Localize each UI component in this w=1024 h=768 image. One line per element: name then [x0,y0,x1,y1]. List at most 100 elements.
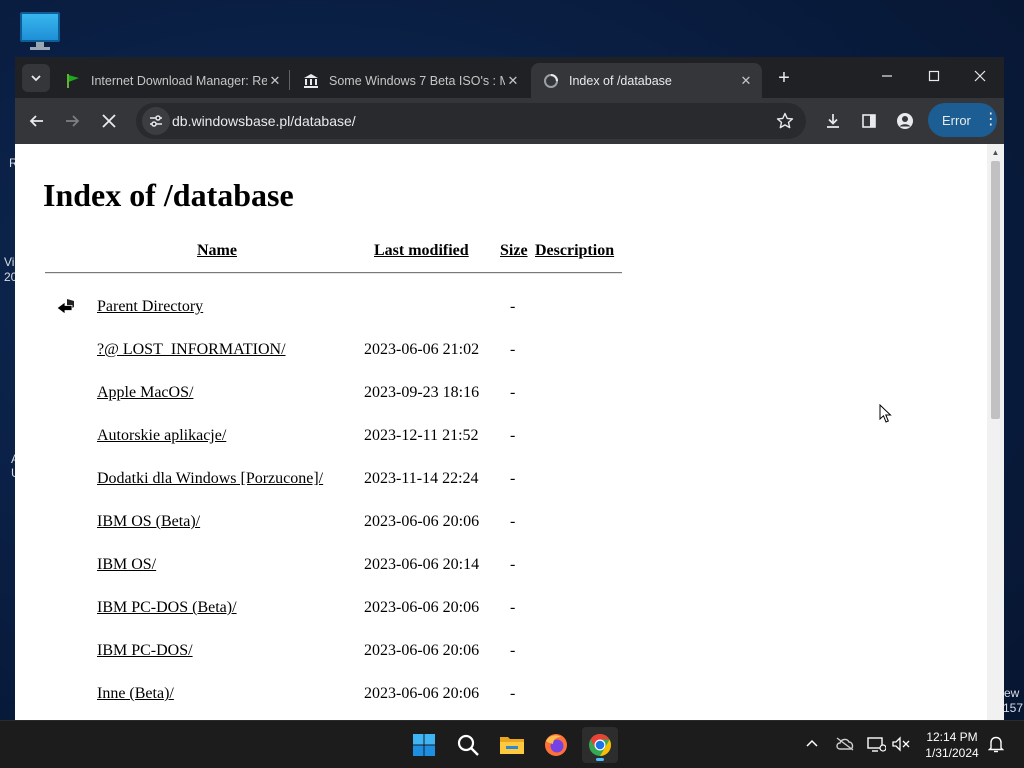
table-row: Autorskie aplikacje/ 2023-12-11 21:52 - [15,425,635,449]
vertical-scrollbar[interactable]: ▲ [987,144,1004,720]
tab-search-button[interactable] [22,64,50,92]
table-row: IBM OS (Beta)/ 2023-06-06 20:06 - [15,511,635,535]
tab-idm[interactable]: Internet Download Manager: Re ✕ [53,63,291,98]
tab-index-database[interactable]: Index of /database ✕ [531,63,762,98]
windows-start-icon [413,734,435,756]
entry-size: - [510,642,516,659]
bookmark-star-button[interactable] [772,108,798,134]
entry-modified: 2023-09-23 18:16 [364,384,480,401]
page-viewport: Index of /database Name Last modified Si… [15,144,1004,720]
entry-modified: 2023-06-06 20:06 [364,685,480,702]
column-header-last-modified[interactable]: Last modified [374,242,469,260]
entry-link[interactable]: Apple MacOS/ [97,384,193,402]
new-tab-button[interactable]: + [773,67,795,89]
entry-size: - [510,341,516,358]
loading-icon [543,73,559,89]
more-vert-icon: ⋮ [982,111,999,128]
entry-link[interactable]: IBM OS/ [97,556,156,574]
back-button[interactable] [22,106,52,136]
file-explorer-icon [500,737,524,754]
close-icon [102,114,116,128]
address-bar[interactable]: db.windowsbase.pl/database/ [136,103,806,139]
notifications-button[interactable] [985,733,1007,755]
column-header-name[interactable]: Name [197,242,237,260]
table-row: Parent Directory - [15,296,635,320]
show-hidden-icons-button[interactable] [801,733,823,755]
profile-button[interactable] [890,106,920,136]
side-panel-button[interactable] [854,106,884,136]
download-icon [827,114,839,128]
profile-icon [897,113,913,129]
table-row: ?@ LOST_INFORMATION/ 2023-06-06 21:02 - [15,339,635,363]
taskbar-search-button[interactable] [450,727,486,763]
close-icon[interactable]: ✕ [267,73,283,89]
entry-modified: 2023-06-06 20:06 [364,599,480,616]
entry-size: - [510,685,516,702]
browser-toolbar: db.windowsbase.pl/database/ Error ⋮ [15,98,1004,144]
network-tray-button[interactable] [865,733,887,755]
tab-win7-beta[interactable]: Some Windows 7 Beta ISO's : M ✕ [291,63,529,98]
tab-strip: Internet Download Manager: Re ✕ Some Win… [15,57,1004,98]
tab-title: Index of /database [569,73,672,88]
column-header-description[interactable]: Description [535,242,614,260]
table-row: IBM OS/ 2023-06-06 20:14 - [15,554,635,578]
entry-link[interactable]: Dodatki dla Windows [Porzucone]/ [97,470,323,488]
close-icon[interactable]: ✕ [505,73,521,89]
close-window-button[interactable] [960,61,1000,91]
bank-icon [303,73,319,89]
table-row: Dodatki dla Windows [Porzucone]/ 2023-11… [15,468,635,492]
arrow-left-icon [29,115,43,127]
network-icon [867,737,886,752]
site-info-button[interactable] [142,107,170,135]
cloud-off-icon [836,737,854,751]
entry-link[interactable]: IBM PC-DOS/ [97,642,193,660]
entry-link[interactable]: Autorskie aplikacje/ [97,427,226,445]
entry-size: - [510,513,516,530]
entry-link[interactable]: Inne (Beta)/ [97,685,174,703]
mouse-cursor-icon [879,404,892,423]
file-explorer-button[interactable] [494,727,530,763]
back-arrow-icon [56,299,74,315]
page-title: Index of /database [43,177,294,213]
maximize-button[interactable] [914,61,954,91]
scrollbar-thumb[interactable] [991,161,1000,419]
entry-link[interactable]: Parent Directory [97,298,203,316]
onedrive-tray-button[interactable] [834,733,856,755]
desktop-monitor-icon[interactable] [18,10,62,50]
header-divider [45,272,622,274]
volume-tray-button[interactable] [890,733,912,755]
stop-loading-button[interactable] [94,106,124,136]
entry-link[interactable]: IBM PC-DOS (Beta)/ [97,599,237,617]
close-icon [974,70,986,82]
minimize-icon [882,75,892,77]
forward-button[interactable] [57,106,87,136]
tab-title: Internet Download Manager: Re [91,73,267,88]
entry-link[interactable]: IBM OS (Beta)/ [97,513,200,531]
speaker-muted-icon [892,736,910,752]
taskbar: 12:14 PM 1/31/2024 [0,720,1024,768]
error-menu-button[interactable]: Error ⋮ [928,103,999,137]
close-icon[interactable]: ✕ [738,73,754,89]
desktop-label-fragment: 157 [1003,701,1024,715]
entry-link[interactable]: ?@ LOST_INFORMATION/ [97,341,286,359]
table-row: Inne (Beta)/ 2023-06-06 20:06 - [15,683,635,707]
column-header-size[interactable]: Size [500,242,528,260]
firefox-button[interactable] [538,727,574,763]
tab-title: Some Windows 7 Beta ISO's : M [329,73,505,88]
chrome-icon [589,734,611,756]
arrow-right-icon [66,115,80,127]
chrome-button[interactable] [582,727,618,763]
firefox-icon [545,734,567,756]
tune-icon [150,115,162,127]
table-row: IBM PC-DOS/ 2023-06-06 20:06 - [15,640,635,664]
clock-date: 1/31/2024 [925,746,979,760]
table-row: Apple MacOS/ 2023-09-23 18:16 - [15,382,635,406]
address-url[interactable]: db.windowsbase.pl/database/ [172,113,356,129]
scroll-up-arrow-icon[interactable]: ▲ [987,144,1004,161]
downloads-button[interactable] [818,106,848,136]
tab-divider [289,70,290,90]
minimize-button[interactable] [867,61,907,91]
taskbar-clock[interactable]: 12:14 PM 1/31/2024 [916,729,988,761]
windows-start-button[interactable] [406,727,442,763]
side-panel-icon [862,114,876,128]
